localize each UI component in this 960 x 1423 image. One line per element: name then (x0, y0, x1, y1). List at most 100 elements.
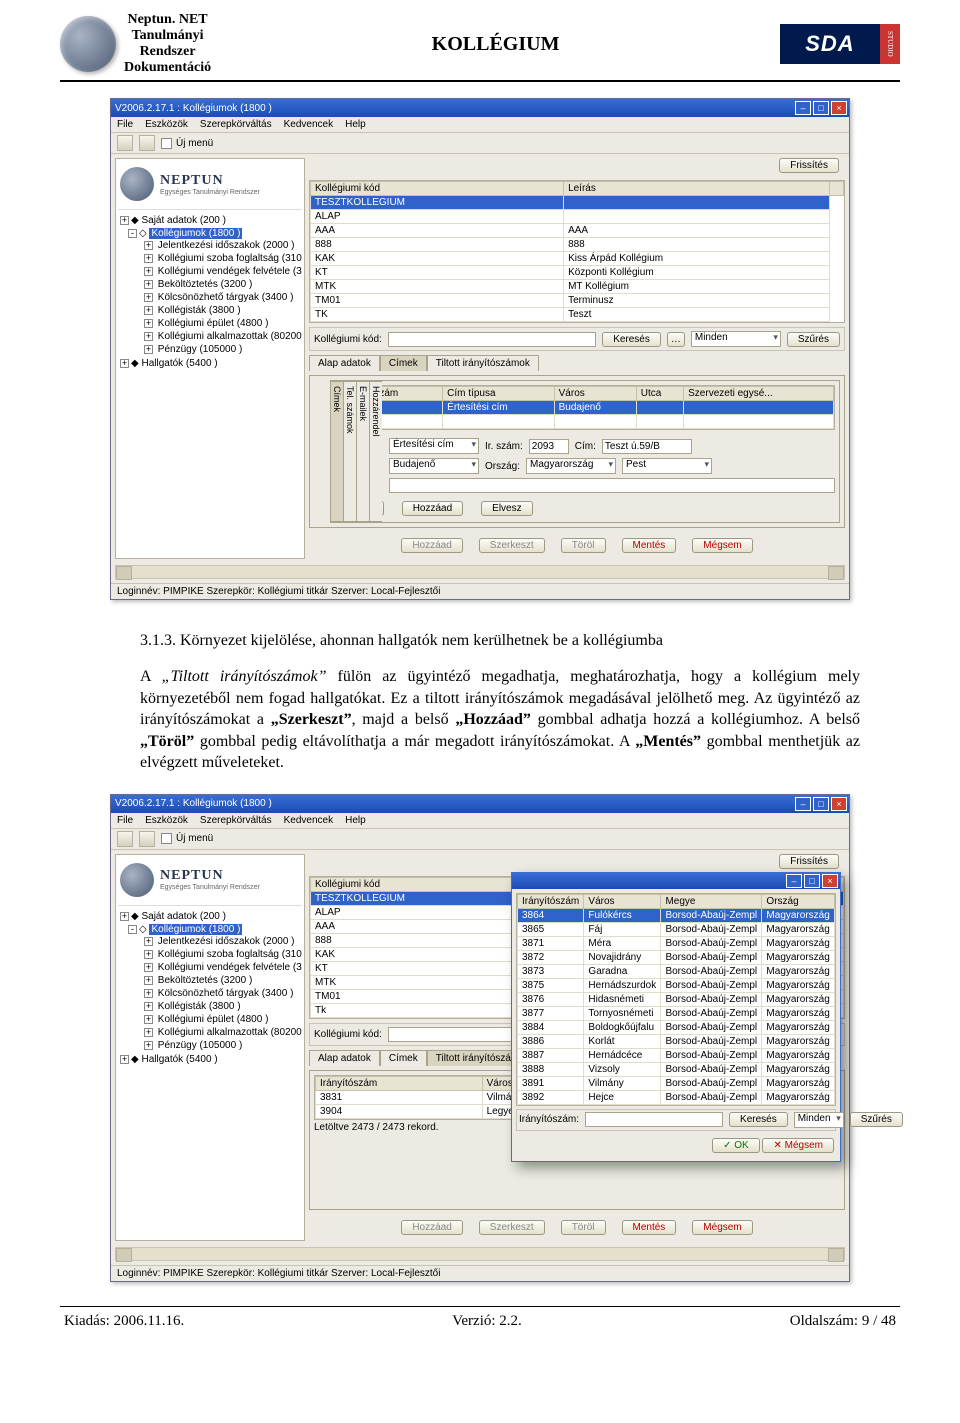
popup-cancel-button[interactable]: ✕ Mégsem (762, 1138, 834, 1153)
filter-input[interactable] (388, 332, 596, 347)
tree-item[interactable]: Hallgatók (5400 ) (141, 1054, 217, 1065)
tree-expand-icon[interactable]: + (144, 345, 153, 354)
tree-expand-icon[interactable]: + (120, 359, 129, 368)
tree-item[interactable]: + Kollégiumi vendégek felvétele (3 (142, 961, 302, 974)
sidetab[interactable]: E-mailek (356, 381, 369, 522)
tree-expand-icon[interactable]: + (144, 241, 153, 250)
tree-item[interactable]: + Jelentkezési időszakok (2000 ) (142, 239, 302, 252)
refresh-button[interactable]: Frissítés (779, 854, 839, 869)
maximize-icon[interactable]: □ (804, 874, 820, 888)
menu-help[interactable]: Help (345, 815, 366, 826)
maximize-icon[interactable]: □ (813, 797, 829, 811)
table-row[interactable]: AAAAAA (311, 224, 844, 238)
tree-expand-icon[interactable]: + (144, 963, 153, 972)
btn-torol[interactable]: Töröl (561, 1220, 606, 1235)
search-button[interactable]: Keresés (602, 332, 661, 347)
table-row[interactable]: TKTeszt (311, 308, 844, 322)
add-button[interactable]: Hozzáad (402, 501, 463, 516)
tree-selected[interactable]: Kollégiumok (1800 ) (149, 228, 242, 239)
combo-tipus[interactable]: Értesítési cím (389, 438, 479, 454)
tree-expand-icon[interactable]: + (144, 937, 153, 946)
tree-expand-icon[interactable]: + (120, 912, 129, 921)
col-header[interactable]: Város (584, 894, 661, 908)
tree-expand-icon[interactable]: + (144, 254, 153, 263)
table-row[interactable]: 3873GaradnaBorsod-Abaúj-ZemplMagyarorszá… (518, 964, 835, 978)
h-scrollbar[interactable] (115, 1247, 845, 1261)
popup-grid[interactable]: Irányítószám Város Megye Ország 3864Fuló… (516, 893, 836, 1106)
toolbar-fwd-icon[interactable] (139, 831, 155, 847)
tree-expand-icon[interactable]: + (144, 332, 153, 341)
tree-item[interactable]: + Kollégiumi épület (4800 ) (142, 1013, 302, 1026)
tree-collapse-icon[interactable]: - (128, 925, 137, 934)
filter-combo[interactable]: Minden (691, 331, 781, 347)
table-row[interactable]: 3884BoldogkőújfaluBorsod-Abaúj-ZemplMagy… (518, 1020, 835, 1034)
tree-expand-icon[interactable]: + (144, 319, 153, 328)
kollegium-grid[interactable]: Kollégiumi kód Leírás TESZTKOLLEGIUMALAP… (309, 180, 845, 323)
sidetab[interactable]: Hozzárendel (369, 381, 382, 522)
combo-orszag[interactable]: Magyarország (526, 458, 616, 474)
filter-button[interactable]: Szűrés (787, 332, 840, 347)
tree-item[interactable]: + Kölcsönözhető tárgyak (3400 ) (142, 987, 302, 1000)
remove-button[interactable]: Elvesz (481, 501, 532, 516)
search-more-button[interactable]: … (667, 332, 685, 347)
toolbar-fwd-icon[interactable] (139, 135, 155, 151)
popup-filter-combo[interactable]: Minden (794, 1112, 844, 1128)
tree-item[interactable]: + Pénzügy (105000 ) (142, 343, 302, 356)
tree-expand-icon[interactable]: + (120, 1055, 129, 1064)
col-header[interactable]: Város (554, 387, 636, 401)
tree-expand-icon[interactable]: + (144, 1028, 153, 1037)
tree-expand-icon[interactable]: + (144, 950, 153, 959)
refresh-button[interactable]: Frissítés (779, 158, 839, 173)
tree-expand-icon[interactable]: + (144, 1015, 153, 1024)
btn-szerkeszt[interactable]: Szerkeszt (479, 1220, 545, 1235)
menu-tools[interactable]: Eszközök (145, 815, 188, 826)
tab-cimek[interactable]: Címek (380, 1050, 427, 1066)
table-row[interactable]: 3888VizsolyBorsod-Abaúj-ZemplMagyarorszá… (518, 1062, 835, 1076)
tree-expand-icon[interactable]: + (144, 1041, 153, 1050)
table-row[interactable]: 3872NovajidrányBorsod-Abaúj-ZemplMagyaro… (518, 950, 835, 964)
menu-fav[interactable]: Kedvencek (284, 119, 333, 130)
tree-item[interactable]: + Kölcsönözhető tárgyak (3400 ) (142, 291, 302, 304)
table-row[interactable]: TM01Terminusz (311, 294, 844, 308)
tree-item[interactable]: + Beköltöztetés (3200 ) (142, 974, 302, 987)
popup-filter-input[interactable] (585, 1112, 723, 1127)
table-row[interactable]: 2093 Értesítési cím Budajenő (337, 401, 834, 415)
tab-tiltott[interactable]: Tiltott irányítószámok (427, 355, 539, 371)
input-cim[interactable] (602, 439, 692, 454)
popup-filter-button[interactable]: Szűrés (850, 1112, 903, 1127)
table-row[interactable]: 3877TornyosnémetiBorsod-Abaúj-ZemplMagya… (518, 1006, 835, 1020)
toolbar-back-icon[interactable] (117, 135, 133, 151)
toolbar-back-icon[interactable] (117, 831, 133, 847)
tree-item[interactable]: + Beköltöztetés (3200 ) (142, 278, 302, 291)
col-header[interactable]: Szervezeti egysé... (684, 387, 834, 401)
col-header[interactable]: Cím típusa (443, 387, 554, 401)
table-row[interactable]: 3875HernádszurdokBorsod-Abaúj-ZemplMagya… (518, 978, 835, 992)
sidetab[interactable]: Tel. számok (343, 381, 356, 522)
lookup-popup[interactable]: – □ × Irányítószám Város Megye Ország 38… (511, 872, 841, 1162)
col-header[interactable]: Utca (636, 387, 683, 401)
table-row[interactable]: TESZTKOLLEGIUM (311, 196, 844, 210)
close-icon[interactable]: × (831, 101, 847, 115)
tree-item[interactable]: + Kollégiumi vendégek felvétele (3 (142, 265, 302, 278)
newmenu-checkbox[interactable] (161, 833, 172, 844)
menu-file[interactable]: File (117, 815, 133, 826)
btn-mentes[interactable]: Mentés (622, 1220, 677, 1235)
menu-role[interactable]: Szerepkörváltás (200, 815, 272, 826)
col-header[interactable]: Irányítószám (316, 1076, 483, 1090)
table-row[interactable]: 3886KorlátBorsod-Abaúj-ZemplMagyarország (518, 1034, 835, 1048)
tree-root[interactable]: Saját adatok (200 ) (141, 911, 226, 922)
table-row[interactable]: KTKözponti Kollégium (311, 266, 844, 280)
tree-item[interactable]: + Kollégisták (3800 ) (142, 304, 302, 317)
tree-item[interactable]: + Kollégiumi szoba foglaltság (310 (142, 948, 302, 961)
table-row[interactable]: 3887HernádcéceBorsod-Abaúj-ZemplMagyaror… (518, 1048, 835, 1062)
window-titlebar[interactable]: V2006.2.17.1 : Kollégiumok (1800 ) – □ × (111, 795, 849, 813)
minimize-icon[interactable]: – (795, 101, 811, 115)
tree-item[interactable]: + Kollégisták (3800 ) (142, 1000, 302, 1013)
table-row[interactable]: 3892HejceBorsod-Abaúj-ZemplMagyarország (518, 1090, 835, 1104)
tree-item[interactable]: + Kollégiumi épület (4800 ) (142, 317, 302, 330)
col-header[interactable]: Ország (762, 894, 835, 908)
table-row[interactable] (337, 415, 834, 429)
tree-item[interactable]: Hallgatók (5400 ) (141, 358, 217, 369)
h-scrollbar[interactable] (115, 565, 845, 579)
table-row[interactable]: 3891VilmányBorsod-Abaúj-ZemplMagyarorszá… (518, 1076, 835, 1090)
